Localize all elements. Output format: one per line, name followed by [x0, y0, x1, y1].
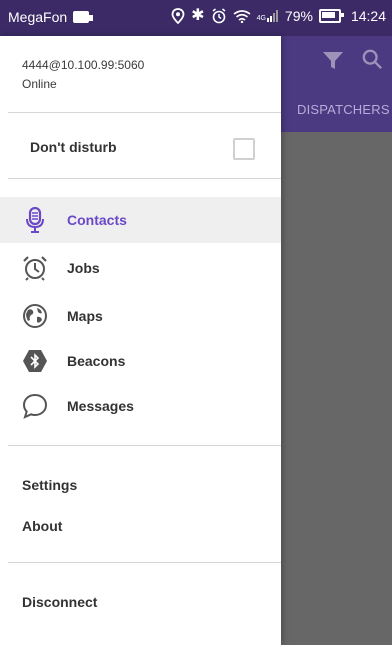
- menu-label: Messages: [67, 398, 134, 414]
- bluetooth-icon: [22, 348, 48, 374]
- cell-signal-icon: 4G: [257, 10, 279, 22]
- menu-label: Beacons: [67, 353, 126, 369]
- battery-icon: [318, 9, 344, 23]
- divider: [8, 178, 281, 179]
- battery-percent: 79%: [284, 8, 313, 24]
- settings-item[interactable]: Settings: [22, 477, 77, 493]
- navigation-drawer: 4444@10.100.99:5060 Online Don't disturb…: [0, 36, 281, 645]
- clock: 14:24: [350, 8, 386, 24]
- menu-item-contacts[interactable]: Contacts: [0, 197, 281, 243]
- dont-disturb-label: Don't disturb: [30, 139, 117, 155]
- app-tab-bar: DISPATCHERS: [281, 84, 392, 132]
- account-address: 4444@10.100.99:5060: [22, 58, 145, 72]
- menu-item-jobs[interactable]: Jobs: [0, 245, 281, 291]
- menu-item-maps[interactable]: Maps: [0, 293, 281, 339]
- sim-icon: [73, 11, 94, 23]
- menu-label: Contacts: [67, 212, 127, 228]
- disconnect-item[interactable]: Disconnect: [22, 594, 97, 610]
- about-item[interactable]: About: [22, 518, 62, 534]
- divider: [8, 445, 281, 446]
- dont-disturb-checkbox[interactable]: [233, 138, 255, 160]
- bluetooth-status-icon: ✱: [191, 7, 205, 24]
- menu-item-messages[interactable]: Messages: [0, 383, 281, 429]
- drawer-scrim[interactable]: [281, 132, 392, 645]
- divider: [8, 562, 281, 563]
- location-icon: [171, 8, 185, 24]
- menu-label: Maps: [67, 308, 103, 324]
- alarm-status-icon: [212, 8, 226, 24]
- menu-item-beacons[interactable]: Beacons: [0, 338, 281, 384]
- tab-dispatchers[interactable]: DISPATCHERS: [297, 102, 390, 117]
- search-icon[interactable]: [361, 48, 383, 70]
- divider: [8, 112, 281, 113]
- account-header: 4444@10.100.99:5060 Online: [22, 58, 144, 91]
- carrier-name: MegaFon: [8, 9, 68, 25]
- alarm-clock-icon: [22, 255, 48, 281]
- status-bar: MegaFon ✱ 4G 79% 14:24: [0, 0, 392, 36]
- globe-icon: [22, 303, 48, 329]
- microphone-icon: [22, 207, 48, 233]
- account-status: Online: [22, 77, 57, 91]
- app-toolbar: [281, 36, 392, 84]
- chat-bubble-icon: [22, 393, 48, 419]
- menu-label: Jobs: [67, 260, 100, 276]
- filter-icon[interactable]: [321, 48, 345, 72]
- wifi-icon: [233, 10, 251, 23]
